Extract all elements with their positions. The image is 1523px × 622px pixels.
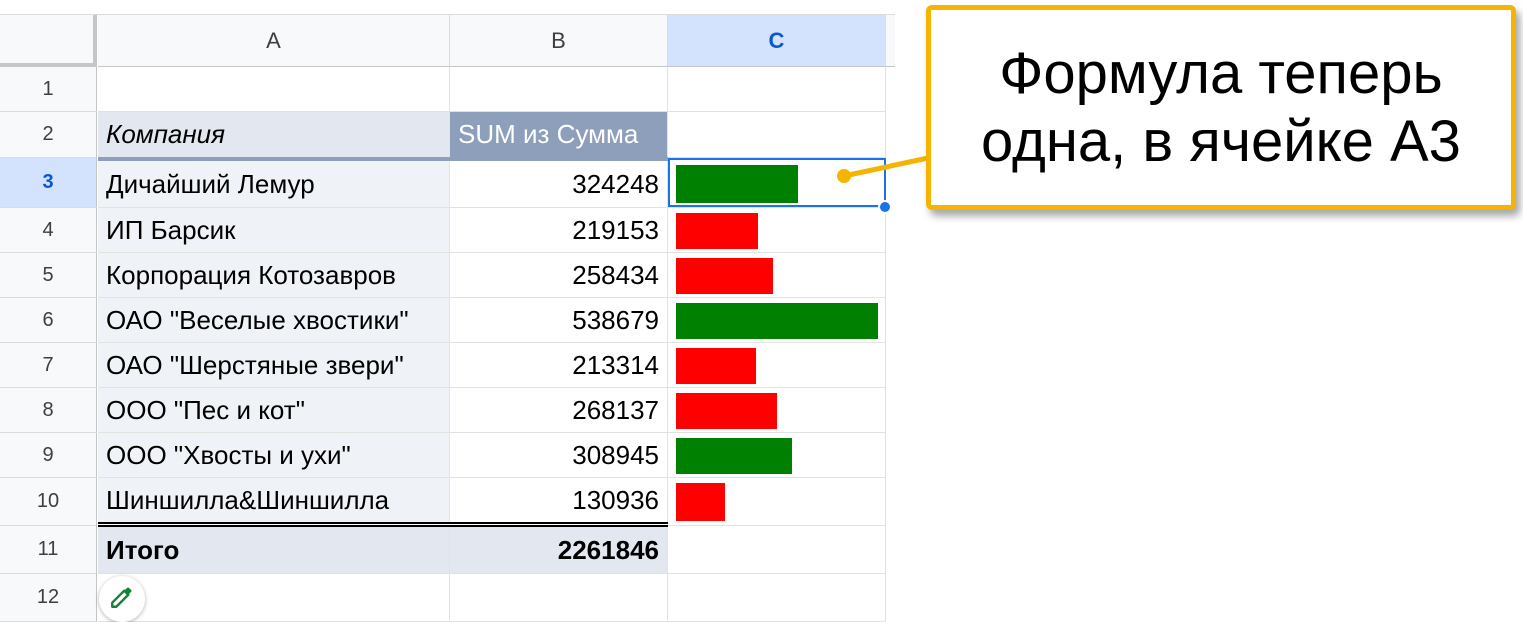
cell-b10-sum[interactable]: 130936 — [450, 478, 668, 524]
sparkline-bar — [676, 438, 792, 474]
pencil-icon — [109, 584, 135, 615]
column-header-b[interactable]: B — [450, 15, 668, 67]
cell-b6-sum[interactable]: 538679 — [450, 298, 668, 343]
cell-b12[interactable] — [450, 574, 668, 622]
row-header-5[interactable]: 5 — [0, 253, 97, 298]
column-header-a[interactable]: A — [98, 15, 450, 67]
cell-a7-company[interactable]: ОАО "Шерстяные звери" — [98, 343, 450, 388]
row-header-11[interactable]: 11 — [0, 526, 97, 574]
cell-b9-sum[interactable]: 308945 — [450, 433, 668, 478]
cell-a12[interactable] — [98, 574, 450, 622]
cell-a3-company[interactable]: Дичайший Лемур — [98, 161, 450, 208]
row-header-7[interactable]: 7 — [0, 343, 97, 388]
cell-a6-company[interactable]: ОАО "Веселые хвостики" — [98, 298, 450, 343]
cell-a2-header-company[interactable]: Компания — [98, 112, 450, 158]
annotation-callout: Формула теперь одна, в ячейке A3 — [926, 5, 1516, 210]
row-header-12[interactable]: 12 — [0, 574, 97, 622]
row-header-10[interactable]: 10 — [0, 478, 97, 526]
edit-button[interactable] — [99, 576, 145, 622]
row-header-6[interactable]: 6 — [0, 298, 97, 343]
callout-connector — [837, 155, 929, 183]
cell-c1[interactable] — [668, 67, 886, 112]
row-header-8[interactable]: 8 — [0, 388, 97, 433]
row-header-3[interactable]: 3 — [0, 158, 97, 208]
row-header-1[interactable]: 1 — [0, 67, 97, 112]
cell-a9-company[interactable]: ООО "Хвосты и ухи" — [98, 433, 450, 478]
cell-b8-sum[interactable]: 268137 — [450, 388, 668, 433]
cell-b4-sum[interactable]: 219153 — [450, 208, 668, 253]
row-header-9[interactable]: 9 — [0, 433, 97, 478]
cell-a4-company[interactable]: ИП Барсик — [98, 208, 450, 253]
cell-a1[interactable] — [98, 67, 450, 112]
callout-line-1: Формула теперь — [999, 40, 1443, 106]
cell-b3-sum[interactable]: 324248 — [450, 161, 668, 208]
cell-c11[interactable] — [668, 526, 886, 574]
cell-b11-total-value[interactable]: 2261846 — [450, 527, 668, 574]
fill-handle[interactable] — [878, 200, 892, 214]
sparkline-bar — [676, 348, 756, 384]
callout-line-2: одна, в ячейке A3 — [981, 108, 1461, 174]
cell-b5-sum[interactable]: 258434 — [450, 253, 668, 298]
sparkline-bar — [676, 213, 758, 249]
cell-a10-company[interactable]: Шиншилла&Шиншилла — [98, 478, 450, 524]
sparkline-bar — [676, 303, 878, 339]
select-all-corner[interactable] — [0, 15, 97, 67]
cell-c12[interactable] — [668, 574, 886, 622]
column-header-d-partial[interactable] — [886, 15, 895, 67]
cell-b2-header-sum[interactable]: SUM из Сумма — [450, 112, 668, 158]
spreadsheet-grid: A B C 1 2 3 4 5 6 7 8 9 10 11 12 Компани… — [0, 0, 895, 622]
cell-a5-company[interactable]: Корпорация Котозавров — [98, 253, 450, 298]
sparkline-bar — [676, 258, 773, 294]
sparkline-bar — [676, 483, 725, 521]
column-header-c[interactable]: C — [668, 15, 886, 67]
row-header-2[interactable]: 2 — [0, 112, 97, 158]
row-header-4[interactable]: 4 — [0, 208, 97, 253]
callout-text: Формула теперь одна, в ячейке A3 — [981, 40, 1461, 176]
sparkline-bar — [676, 393, 777, 429]
cell-a11-total-label[interactable]: Итого — [98, 527, 450, 574]
cell-b1[interactable] — [450, 67, 668, 112]
cell-a8-company[interactable]: ООО "Пес и кот" — [98, 388, 450, 433]
cell-b7-sum[interactable]: 213314 — [450, 343, 668, 388]
